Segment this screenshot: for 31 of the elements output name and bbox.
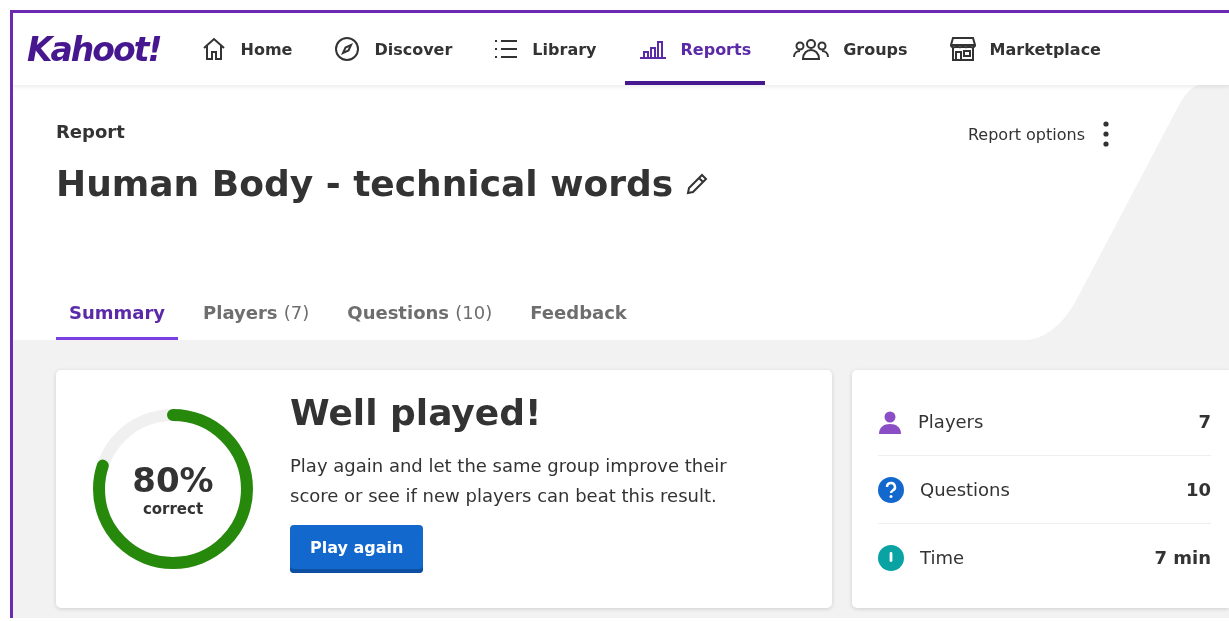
summary-text: Play again and let the same group improve their score or see if new players can beat this result. bbox=[290, 454, 728, 508]
tab[interactable]: Feedback bbox=[517, 292, 640, 340]
stat-value: 10 bbox=[1185, 479, 1211, 500]
summary-heading: Well played! bbox=[290, 392, 543, 433]
nav-item[interactable]: Home bbox=[186, 13, 307, 85]
group-icon bbox=[793, 37, 830, 61]
nav-item[interactable]: Marketplace bbox=[935, 13, 1115, 85]
play-again-button[interactable]: Play again bbox=[290, 525, 424, 573]
compass-icon bbox=[334, 36, 361, 62]
nav-item[interactable]: Groups bbox=[779, 13, 922, 85]
stat-value: 7 min bbox=[1154, 547, 1211, 568]
percent-caption: correct bbox=[142, 500, 204, 518]
nav-item[interactable]: Library bbox=[480, 13, 611, 85]
pencil-icon[interactable] bbox=[685, 171, 710, 196]
more-icon[interactable] bbox=[1103, 121, 1109, 147]
list-icon bbox=[494, 39, 519, 59]
report-title: Human Body - technical words bbox=[56, 163, 674, 204]
logo[interactable]: Kahoot! bbox=[27, 29, 161, 69]
tab[interactable]: Players (7) bbox=[190, 292, 323, 340]
stat-label: Players bbox=[918, 411, 985, 432]
store-icon bbox=[949, 36, 976, 62]
bar-chart-icon bbox=[638, 39, 667, 59]
tab[interactable]: Questions (10) bbox=[334, 292, 506, 340]
report-options-button[interactable]: Report options bbox=[967, 124, 1085, 144]
stat-label: Questions bbox=[920, 479, 1011, 500]
page-eyebrow: Report bbox=[56, 121, 125, 142]
stat-label: Time bbox=[920, 547, 966, 568]
nav-item[interactable]: Discover bbox=[320, 13, 467, 85]
tab[interactable]: Summary bbox=[56, 292, 179, 340]
percent-value: 80% bbox=[132, 460, 214, 500]
stat-value: 7 bbox=[1198, 411, 1211, 432]
